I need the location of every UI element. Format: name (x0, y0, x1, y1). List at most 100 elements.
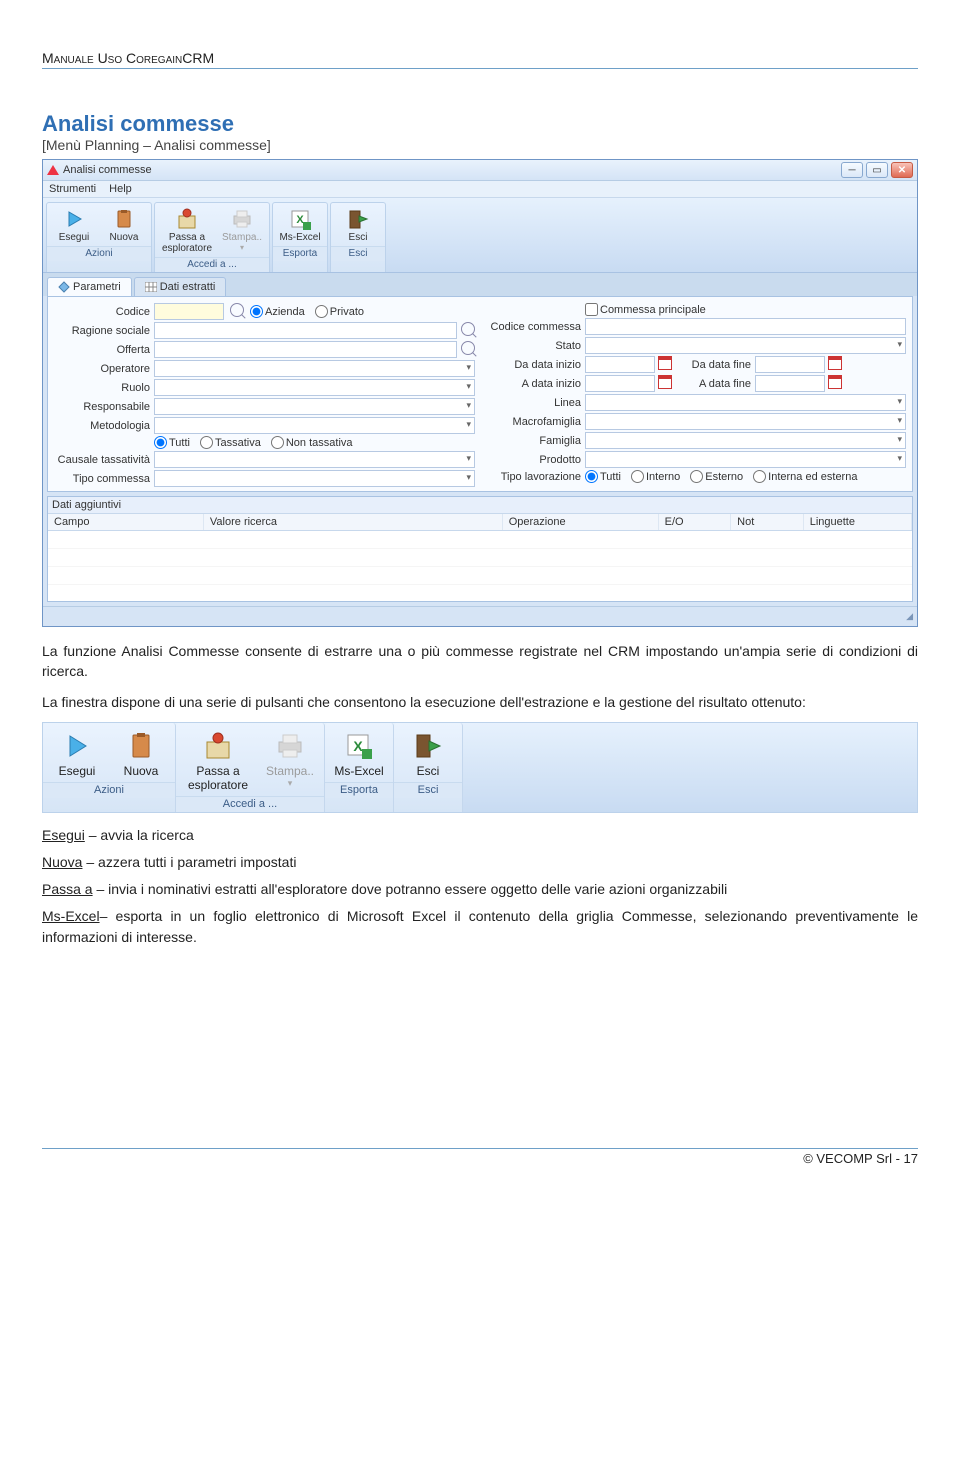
label-ragione: Ragione sociale (54, 325, 154, 337)
metodologia-select[interactable] (154, 417, 475, 434)
label-codice: Codice (54, 306, 154, 318)
label-stato: Stato (485, 340, 585, 352)
menu-strumenti[interactable]: Strumenti (49, 183, 96, 195)
status-bar: ◢ (43, 606, 917, 626)
macrofamiglia-select[interactable] (585, 413, 906, 430)
diamond-icon (58, 281, 70, 293)
definitions: Esegui – avvia la ricerca Nuova – azzera… (42, 825, 918, 948)
paragraph-1: La funzione Analisi Commesse consente di… (42, 641, 918, 682)
radio-tl-esterno[interactable]: Esterno (690, 470, 743, 483)
msexcel-button[interactable]: XMs-Excel (328, 726, 390, 780)
stato-select[interactable] (585, 337, 906, 354)
esci-button[interactable]: Esci (397, 726, 459, 780)
svg-text:X: X (353, 738, 363, 754)
grid-title: Dati aggiuntivi (48, 497, 912, 514)
codice-commessa-input[interactable] (585, 318, 906, 335)
passa-a-button[interactable]: Passa a esploratore (179, 726, 257, 794)
warning-icon (47, 165, 59, 175)
label-a-data-fine: A data fine (675, 378, 755, 390)
stampa-button[interactable]: Stampa..▾ (259, 726, 321, 794)
label-a-data-inizio: A data inizio (485, 378, 585, 390)
parameters-form: Codice Azienda Privato Ragione sociale O… (47, 296, 913, 492)
group-accedi-label: Accedi a ... (155, 257, 269, 272)
grid-header-row: Campo Valore ricerca Operazione E/O Not … (48, 514, 912, 531)
nuova-button[interactable]: Nuova (110, 726, 172, 780)
window-titlebar: Analisi commesse ─ ▭ ✕ (43, 160, 917, 181)
label-offerta: Offerta (54, 344, 154, 356)
responsabile-select[interactable] (154, 398, 475, 415)
search-icon[interactable] (461, 322, 475, 336)
calendar-icon[interactable] (658, 356, 672, 370)
radio-tl-tutti[interactable]: Tutti (585, 470, 621, 483)
calendar-icon[interactable] (658, 375, 672, 389)
tab-parametri[interactable]: Parametri (47, 277, 132, 296)
toolbar-closeup: Esegui Nuova Azioni Passa a esploratore … (42, 722, 918, 813)
radio-azienda[interactable]: Azienda (250, 305, 305, 318)
app-window: Analisi commesse ─ ▭ ✕ Strumenti Help Es… (42, 159, 918, 627)
minimize-button[interactable]: ─ (841, 162, 863, 178)
label-codice-commessa: Codice commessa (485, 321, 585, 333)
passa-a-button[interactable]: Passa a esploratore (158, 206, 216, 255)
radio-tl-interna-esterna[interactable]: Interna ed esterna (753, 470, 857, 483)
stampa-button[interactable]: Stampa.. ▾ (218, 206, 266, 255)
group-azioni-label: Azioni (47, 246, 151, 261)
linea-select[interactable] (585, 394, 906, 411)
page-title: Analisi commesse (42, 111, 918, 137)
grid-body[interactable] (48, 531, 912, 601)
da-data-fine-input[interactable] (755, 356, 825, 373)
radio-privato[interactable]: Privato (315, 305, 364, 318)
dati-aggiuntivi-grid: Dati aggiuntivi Campo Valore ricerca Ope… (47, 496, 913, 602)
radio-tassativa[interactable]: Tassativa (200, 436, 261, 449)
ruolo-select[interactable] (154, 379, 475, 396)
nuova-button[interactable]: Nuova (100, 206, 148, 244)
menu-bar: Strumenti Help (43, 181, 917, 198)
group-esporta-label: Esporta (273, 246, 327, 261)
ragione-input[interactable] (154, 322, 457, 339)
radio-tutti[interactable]: Tutti (154, 436, 190, 449)
label-ruolo: Ruolo (54, 382, 154, 394)
label-prodotto: Prodotto (485, 454, 585, 466)
esegui-button[interactable]: Esegui (50, 206, 98, 244)
label-linea: Linea (485, 397, 585, 409)
label-da-data-inizio: Da data inizio (485, 359, 585, 371)
codice-input[interactable] (154, 303, 224, 320)
menu-help[interactable]: Help (109, 183, 132, 195)
esegui-button[interactable]: Esegui (46, 726, 108, 780)
search-icon[interactable] (461, 341, 475, 355)
maximize-button[interactable]: ▭ (866, 162, 888, 178)
breadcrumb: [Menù Planning – Analisi commesse] (42, 137, 918, 153)
a-data-fine-input[interactable] (755, 375, 825, 392)
radio-non-tassativa[interactable]: Non tassativa (271, 436, 353, 449)
operatore-select[interactable] (154, 360, 475, 377)
label-metodologia: Metodologia (54, 420, 154, 432)
group-esci-label: Esci (331, 246, 385, 261)
label-operatore: Operatore (54, 363, 154, 375)
calendar-icon[interactable] (828, 375, 842, 389)
radio-tl-interno[interactable]: Interno (631, 470, 680, 483)
chk-commessa-principale[interactable]: Commessa principale (585, 303, 706, 316)
tab-row: Parametri Dati estratti (43, 273, 917, 296)
label-causale: Causale tassatività (54, 454, 154, 466)
label-macrofamiglia: Macrofamiglia (485, 416, 585, 428)
calendar-icon[interactable] (828, 356, 842, 370)
esci-button[interactable]: Esci (334, 206, 382, 244)
grid-icon (145, 282, 157, 292)
header-smallcaps: Manuale Uso CoregainCRM (42, 50, 918, 66)
famiglia-select[interactable] (585, 432, 906, 449)
label-tipo-commessa: Tipo commessa (54, 473, 154, 485)
close-button[interactable]: ✕ (891, 162, 913, 178)
label-tipo-lavorazione: Tipo lavorazione (485, 471, 585, 483)
search-icon[interactable] (230, 303, 244, 317)
tab-dati-estratti[interactable]: Dati estratti (134, 277, 227, 296)
a-data-inizio-input[interactable] (585, 375, 655, 392)
page-footer: © VECOMP Srl - 17 (42, 1148, 918, 1166)
label-responsabile: Responsabile (54, 401, 154, 413)
offerta-input[interactable] (154, 341, 457, 358)
prodotto-select[interactable] (585, 451, 906, 468)
causale-select[interactable] (154, 451, 475, 468)
da-data-inizio-input[interactable] (585, 356, 655, 373)
window-title-text: Analisi commesse (63, 164, 152, 176)
label-famiglia: Famiglia (485, 435, 585, 447)
msexcel-button[interactable]: X Ms-Excel (276, 206, 324, 244)
tipocommessa-select[interactable] (154, 470, 475, 487)
